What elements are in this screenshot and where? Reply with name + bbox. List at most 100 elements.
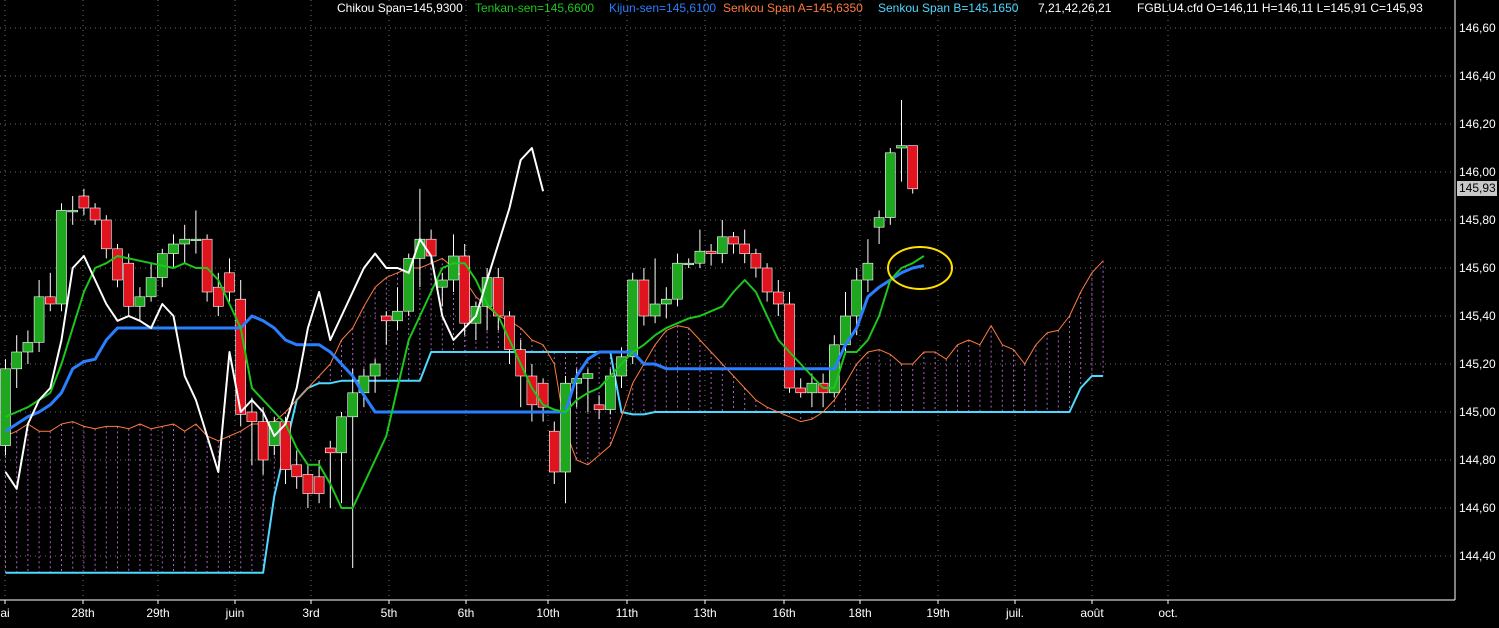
candle-body	[593, 404, 605, 410]
candle-body	[784, 303, 795, 389]
candle-body	[369, 363, 381, 377]
candle-body	[728, 236, 739, 245]
x-tick-label: 13th	[693, 606, 717, 620]
candle-body	[101, 219, 112, 250]
candle-body	[672, 262, 683, 300]
ohlc-readout: FGBLU4.cfd O=146,11 H=146,11 L=145,91 C=…	[1137, 1, 1423, 15]
x-tick-label: juin	[225, 606, 245, 620]
candle-body	[548, 430, 560, 473]
x-tick-label: août	[1080, 606, 1104, 620]
candle-body	[705, 250, 717, 254]
x-tick-label: ai	[0, 606, 10, 620]
y-tick-label: 146,60	[1459, 21, 1496, 35]
candle-body	[78, 195, 90, 209]
y-tick-label: 145,40	[1459, 309, 1496, 323]
candle-body	[862, 262, 874, 281]
candle-body	[660, 298, 672, 305]
candle-body	[336, 416, 347, 454]
y-tick-label: 144,80	[1459, 453, 1496, 467]
ichimoku-chart[interactable]	[0, 0, 1499, 628]
candle-body	[179, 238, 190, 245]
candle-body	[694, 250, 706, 264]
candle-body	[291, 464, 303, 478]
candle-body	[380, 315, 392, 322]
candle-body	[145, 277, 157, 298]
candle-body	[190, 238, 202, 241]
y-tick-label: 145,00	[1459, 405, 1496, 419]
x-tick-label: 5th	[380, 606, 398, 620]
candle-body	[257, 421, 269, 461]
candle-body	[459, 255, 471, 324]
candle-body	[638, 279, 650, 317]
candle-body	[582, 373, 594, 379]
candle-body	[123, 262, 134, 307]
x-tick-label: 29th	[146, 606, 170, 620]
candle-body	[134, 296, 146, 307]
candle-body	[873, 217, 885, 228]
candle-body	[739, 243, 751, 254]
senkou-span-b-legend: Senkou Span B=145,1650	[878, 1, 1019, 15]
candle-body	[649, 303, 661, 317]
candle-body	[0, 368, 11, 446]
candle-body	[33, 296, 45, 343]
candle-body	[851, 279, 863, 317]
candle-body	[750, 253, 762, 269]
candle-body	[313, 476, 325, 494]
y-tick-label: 144,40	[1459, 549, 1496, 563]
y-tick-label: 145,60	[1459, 261, 1496, 275]
candle-body	[403, 258, 415, 312]
ichimoku-params: 7,21,42,26,21	[1038, 1, 1112, 15]
x-tick-label: 3rd	[302, 606, 320, 620]
y-tick-label: 144,60	[1459, 501, 1496, 515]
candle-body	[761, 267, 773, 293]
candle-body	[112, 248, 123, 281]
x-tick-label: 19th	[926, 606, 950, 620]
candle-body	[683, 262, 695, 266]
senkou-span-a-legend: Senkou Span A=145,6350	[723, 1, 863, 15]
candle-body	[246, 411, 258, 422]
candle-body	[806, 382, 818, 394]
candle-body	[492, 277, 504, 317]
candle-body	[56, 210, 67, 305]
candle-body	[22, 342, 34, 353]
candle-body	[302, 474, 314, 494]
current-price-marker: 145,93	[1457, 181, 1497, 196]
candle-body	[168, 243, 179, 254]
y-tick-label: 145,20	[1459, 357, 1496, 371]
x-tick-label: 16th	[772, 606, 796, 620]
candle-body	[213, 286, 224, 307]
x-tick-label: oct.	[1158, 606, 1178, 620]
x-tick-label: 18th	[848, 606, 872, 620]
y-tick-label: 146,20	[1459, 117, 1496, 131]
candle-body	[11, 351, 22, 370]
y-tick-label: 145,80	[1459, 213, 1496, 227]
candle-body	[324, 447, 336, 454]
candle-body	[201, 238, 213, 293]
candle-body	[224, 272, 235, 293]
candle-body	[772, 291, 784, 305]
y-tick-label: 146,00	[1459, 165, 1496, 179]
x-tick-label: juil.	[1005, 606, 1025, 620]
candle-body	[392, 310, 403, 322]
candle-body	[425, 238, 437, 257]
candle-body	[44, 296, 56, 305]
candle-body	[67, 210, 78, 213]
candle-body	[907, 145, 919, 190]
kijun-sen-legend: Kijun-sen=145,6100	[609, 1, 717, 15]
candle-body	[884, 152, 896, 218]
x-tick-label: 11th	[615, 606, 639, 620]
candle-body	[896, 145, 907, 149]
x-tick-label: 6th	[457, 606, 475, 620]
candle-body	[436, 279, 448, 288]
candle-body	[448, 255, 459, 281]
candle-body	[795, 387, 807, 394]
x-tick-label: 10th	[536, 606, 560, 620]
candle-body	[89, 207, 101, 221]
candle-body	[627, 279, 639, 358]
x-tick-label: 28th	[71, 606, 95, 620]
candle-body	[716, 236, 728, 254]
y-tick-label: 146,40	[1459, 69, 1496, 83]
candle-body	[347, 392, 359, 418]
chikou-span-legend: Chikou Span=145,9300	[337, 1, 463, 15]
tenkan-sen-legend: Tenkan-sen=145,6600	[475, 1, 595, 15]
